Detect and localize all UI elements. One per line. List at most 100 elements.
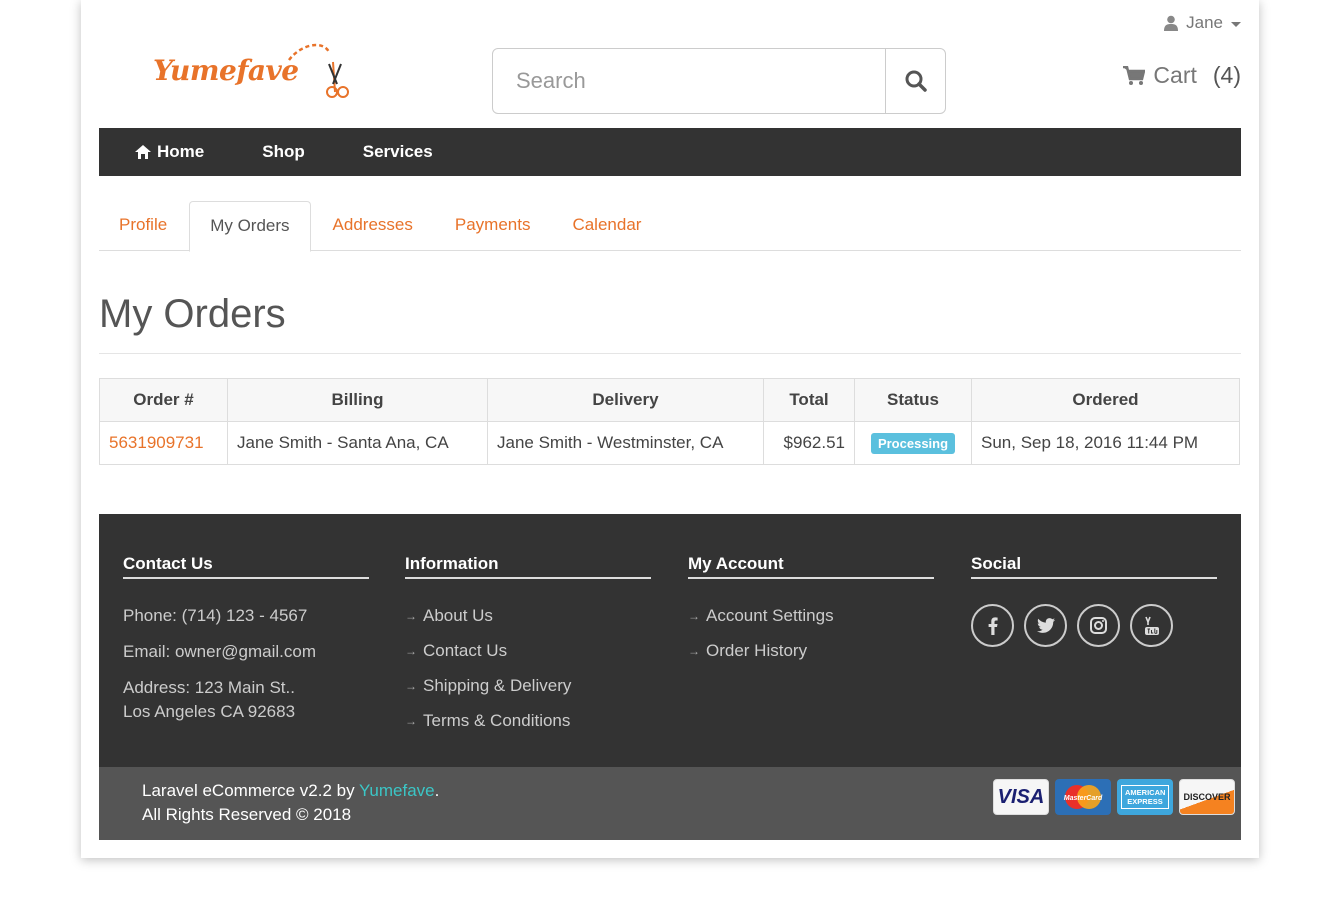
cart-label: Cart bbox=[1153, 62, 1197, 88]
nav-shop-label: Shop bbox=[262, 142, 305, 161]
footer-email: Email: owner@gmail.com bbox=[123, 642, 316, 661]
col-status: Status bbox=[854, 378, 972, 422]
delivery-cell: Jane Smith - Westminster, CA bbox=[487, 421, 764, 465]
search-box bbox=[492, 48, 946, 114]
nav-services-label: Services bbox=[362, 142, 433, 161]
footer-link-label: Terms & Conditions bbox=[423, 711, 571, 730]
col-ordered: Ordered bbox=[971, 378, 1240, 422]
search-button[interactable] bbox=[885, 49, 945, 113]
scissors-logo-icon bbox=[288, 43, 349, 98]
divider bbox=[99, 353, 1241, 354]
footer-information: Information → About Us → Contact Us → Shipp… bbox=[405, 554, 651, 744]
footer-link-label: Contact Us bbox=[423, 641, 508, 660]
copyright-suffix: . bbox=[434, 781, 440, 800]
visa-card-icon: VISA bbox=[993, 779, 1049, 815]
twitter-link[interactable] bbox=[1024, 604, 1067, 647]
caret-down-icon bbox=[1231, 21, 1241, 27]
cart-link[interactable]: Cart (4) bbox=[1123, 62, 1241, 89]
search-icon bbox=[905, 70, 927, 92]
col-delivery: Delivery bbox=[487, 378, 764, 422]
nav-services[interactable]: Services bbox=[363, 142, 433, 162]
nav-home[interactable]: Home bbox=[135, 142, 204, 162]
cart-icon bbox=[1123, 65, 1146, 85]
table-row: 5631909731 Jane Smith - Santa Ana, CA Ja… bbox=[99, 421, 1240, 465]
tab-payments[interactable]: Payments bbox=[435, 201, 551, 251]
footer-link-label: Order History bbox=[706, 641, 808, 660]
tab-calendar[interactable]: Calendar bbox=[552, 201, 661, 251]
footer-link-label: About Us bbox=[423, 606, 493, 625]
table-header-row: Order # Billing Delivery Total Status Or… bbox=[99, 378, 1240, 422]
main-nav: Home Shop Services bbox=[99, 128, 1241, 176]
footer-address-line1: Address: 123 Main St.. bbox=[123, 678, 295, 697]
footer-link-about[interactable]: → About Us bbox=[405, 604, 651, 628]
footer-contact: Contact Us Phone: (714) 123 - 4567 Email… bbox=[123, 554, 369, 736]
footer-social: Social bbox=[971, 554, 1217, 647]
tab-profile[interactable]: Profile bbox=[99, 201, 187, 251]
page-container: Jane Yumefave Cart (4) Home Shop bbox=[81, 0, 1259, 858]
footer-address: Address: 123 Main St.. Los Angeles CA 926… bbox=[123, 676, 369, 724]
orders-table: Order # Billing Delivery Total Status Or… bbox=[99, 378, 1240, 465]
rights-reserved: All Rights Reserved © 2018 bbox=[142, 805, 352, 824]
tab-addresses[interactable]: Addresses bbox=[313, 201, 433, 251]
social-links bbox=[971, 604, 1217, 647]
tab-my-orders[interactable]: My Orders bbox=[189, 201, 311, 252]
discover-card-icon: DISCOVER bbox=[1179, 779, 1235, 815]
footer-link-order-history[interactable]: → Order History bbox=[688, 639, 934, 663]
account-tabs: Profile My Orders Addresses Payments Cal… bbox=[99, 201, 1241, 252]
search-input[interactable] bbox=[493, 49, 885, 113]
youtube-link[interactable] bbox=[1130, 604, 1173, 647]
col-billing: Billing bbox=[227, 378, 488, 422]
arrow-right-icon: → bbox=[405, 679, 417, 693]
status-cell: Processing bbox=[854, 421, 972, 465]
logo[interactable]: Yumefave bbox=[151, 42, 351, 104]
discover-label: DISCOVER bbox=[1183, 792, 1231, 802]
footer-bottom-bar: Laravel eCommerce v2.2 by Yumefave. All … bbox=[99, 767, 1241, 840]
user-icon bbox=[1164, 15, 1179, 31]
total-cell: $962.51 bbox=[763, 421, 855, 465]
copyright-brand-link[interactable]: Yumefave bbox=[359, 781, 435, 800]
ordered-cell: Sun, Sep 18, 2016 11:44 PM bbox=[971, 421, 1240, 465]
facebook-link[interactable] bbox=[971, 604, 1014, 647]
arrow-right-icon: → bbox=[405, 714, 417, 728]
footer-phone: Phone: (714) 123 - 4567 bbox=[123, 606, 308, 625]
mastercard-label: MasterCard bbox=[1064, 795, 1103, 802]
footer-contact-heading: Contact Us bbox=[123, 554, 369, 579]
nav-home-label: Home bbox=[157, 142, 205, 161]
cart-count: (4) bbox=[1212, 62, 1241, 88]
arrow-right-icon: → bbox=[688, 644, 700, 658]
footer-link-contact[interactable]: → Contact Us bbox=[405, 639, 651, 663]
col-order-number: Order # bbox=[99, 378, 228, 422]
mastercard-card-icon: MasterCard bbox=[1055, 779, 1111, 815]
youtube-icon bbox=[1144, 616, 1159, 635]
col-total: Total bbox=[763, 378, 855, 422]
user-name: Jane bbox=[1186, 13, 1223, 32]
footer-link-shipping[interactable]: → Shipping & Delivery bbox=[405, 674, 651, 698]
amex-label: AMERICAN EXPRESS bbox=[1121, 785, 1169, 809]
footer-social-heading: Social bbox=[971, 554, 1217, 579]
facebook-icon bbox=[988, 616, 998, 635]
payment-cards: VISA MasterCard AMERICAN EXPRESS DISCOVE… bbox=[993, 779, 1235, 815]
page-title: My Orders bbox=[99, 292, 286, 336]
footer-link-label: Shipping & Delivery bbox=[423, 676, 572, 695]
instagram-icon bbox=[1090, 617, 1107, 634]
footer-link-terms[interactable]: → Terms & Conditions bbox=[405, 709, 651, 733]
footer-link-account-settings[interactable]: → Account Settings bbox=[688, 604, 934, 628]
footer-information-heading: Information bbox=[405, 554, 651, 579]
mastercard-circles: MasterCard bbox=[1064, 785, 1103, 809]
footer-address-line2: Los Angeles CA 92683 bbox=[123, 702, 296, 721]
footer-account: My Account → Account Settings → Order Hist… bbox=[688, 554, 934, 674]
instagram-link[interactable] bbox=[1077, 604, 1120, 647]
status-badge: Processing bbox=[870, 433, 956, 454]
twitter-icon bbox=[1036, 618, 1055, 633]
amex-card-icon: AMERICAN EXPRESS bbox=[1117, 779, 1173, 815]
order-number-link[interactable]: 5631909731 bbox=[109, 433, 204, 452]
footer-account-heading: My Account bbox=[688, 554, 934, 579]
copyright-prefix: Laravel eCommerce v2.2 by bbox=[142, 781, 360, 800]
billing-cell: Jane Smith - Santa Ana, CA bbox=[227, 421, 488, 465]
user-menu[interactable]: Jane bbox=[1164, 13, 1241, 33]
home-icon bbox=[135, 145, 151, 159]
nav-shop[interactable]: Shop bbox=[262, 142, 305, 162]
arrow-right-icon: → bbox=[688, 609, 700, 623]
footer: Contact Us Phone: (714) 123 - 4567 Email… bbox=[99, 514, 1241, 767]
footer-link-label: Account Settings bbox=[706, 606, 834, 625]
